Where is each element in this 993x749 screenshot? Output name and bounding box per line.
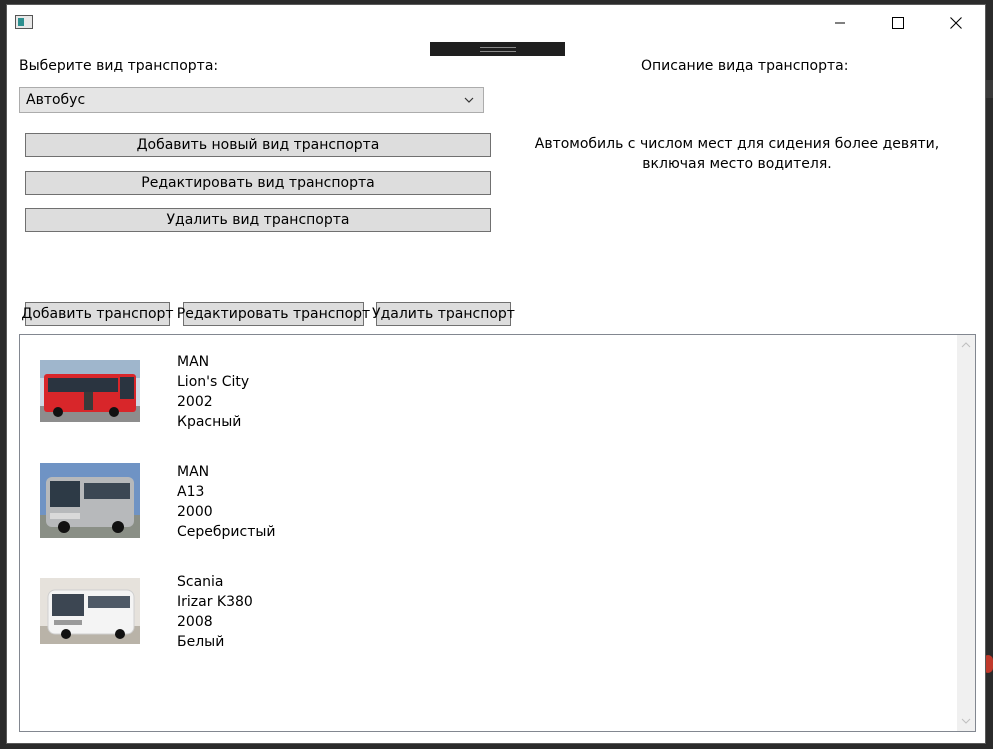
minimize-button[interactable] bbox=[811, 5, 869, 41]
list-item[interactable]: MAN A13 2000 Серебристый bbox=[40, 462, 640, 544]
add-type-button[interactable]: Добавить новый вид транспорта bbox=[25, 133, 491, 157]
delete-type-button[interactable]: Удалить вид транспорта bbox=[25, 208, 491, 232]
vehicle-photo bbox=[40, 360, 140, 422]
vehicle-model: Lion's City bbox=[177, 374, 250, 390]
vehicle-year: 2002 bbox=[177, 394, 213, 410]
vehicle-model: Irizar K380 bbox=[177, 594, 253, 610]
vehicle-color: Красный bbox=[177, 414, 242, 430]
add-vehicle-button[interactable]: Добавить транспорт bbox=[21, 302, 174, 326]
close-icon bbox=[950, 17, 962, 29]
app-window: Выберите вид транспорта: Описание вида т… bbox=[6, 4, 986, 744]
vehicle-list[interactable]: MAN Lion's City 2002 Красный MAN A13 200… bbox=[19, 334, 976, 732]
maximize-button[interactable] bbox=[869, 5, 927, 41]
transport-type-select[interactable]: Автобус bbox=[19, 87, 484, 113]
edit-vehicle-button[interactable]: Редактировать транспорт bbox=[177, 302, 370, 326]
minimize-icon bbox=[835, 22, 845, 24]
description-label: Описание вида транспорта: bbox=[641, 58, 849, 74]
title-bar[interactable] bbox=[7, 5, 985, 41]
transport-type-selected: Автобус bbox=[26, 92, 86, 108]
scroll-up-icon[interactable] bbox=[961, 341, 971, 349]
vehicle-year: 2000 bbox=[177, 504, 213, 520]
vehicle-brand: MAN bbox=[177, 354, 210, 370]
close-button[interactable] bbox=[927, 5, 985, 41]
vehicle-color: Серебристый bbox=[177, 524, 276, 540]
list-item[interactable]: Scania Irizar K380 2008 Белый bbox=[40, 572, 640, 654]
chevron-down-icon bbox=[464, 97, 474, 103]
vehicle-model: A13 bbox=[177, 484, 205, 500]
description-text: Автомобиль с числом мест для сидения бол… bbox=[534, 136, 940, 172]
scroll-down-icon[interactable] bbox=[961, 717, 971, 725]
maximize-icon bbox=[892, 17, 904, 29]
vehicle-photo bbox=[40, 578, 140, 644]
app-icon bbox=[15, 15, 33, 29]
vehicle-photo bbox=[40, 463, 140, 538]
vehicle-color: Белый bbox=[177, 634, 225, 650]
drag-handle[interactable] bbox=[430, 42, 565, 56]
vehicle-brand: MAN bbox=[177, 464, 210, 480]
edit-type-button[interactable]: Редактировать вид транспорта bbox=[25, 171, 491, 195]
vehicle-year: 2008 bbox=[177, 614, 213, 630]
delete-vehicle-button[interactable]: Удалить транспорт bbox=[372, 302, 515, 326]
vertical-scrollbar[interactable] bbox=[957, 335, 975, 731]
list-item[interactable]: MAN Lion's City 2002 Красный bbox=[40, 352, 640, 434]
vehicle-brand: Scania bbox=[177, 574, 224, 590]
transport-type-label: Выберите вид транспорта: bbox=[19, 58, 219, 74]
